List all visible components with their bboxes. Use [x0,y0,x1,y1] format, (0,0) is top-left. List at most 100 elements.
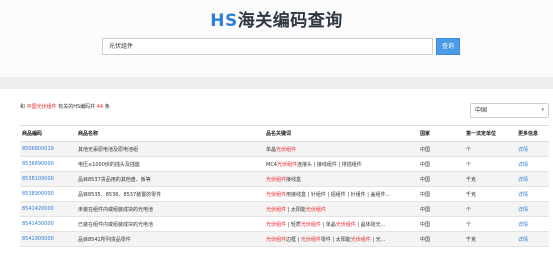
keyword-text: | 晶体硅光... [355,221,386,228]
summary-keyword: 中国光伏组件 [26,104,57,110]
unit-cell: 千克 [464,171,516,187]
hs-code-cell: 8541430000 [20,216,76,232]
hs-code-link[interactable]: 8541430000 [22,221,54,227]
page-title: HS海关编码查询 [0,6,553,31]
country-cell: 中国 [418,186,464,202]
product-name-cell: 已装在组件内或组装成块的光电池 [76,216,264,232]
table-header-row: 商品编码 商品名称 品名关键词 国家 第一法定单位 更多信息 [20,125,549,142]
hs-code-link[interactable]: 8536690000 [22,161,54,167]
keyword-highlight: 光伏组件 [266,236,287,243]
title-text: 海关编码查询 [237,11,343,31]
table-row: 8536690000 电压≤1000伏的插头及插座 MC4光伏组件连接头 | 接线组… [20,156,549,172]
country-cell: 中国 [418,141,464,157]
title-prefix: HS [210,11,238,31]
summary-middle: 有关的HS编码共 [58,104,96,110]
detail-link[interactable]: 详情 [518,237,528,243]
detail-cell: 详情 [516,216,549,232]
detail-link[interactable]: 详情 [518,222,528,228]
keyword-highlight: 光伏组件 [300,236,321,243]
hs-code-cell: 8538900000 [20,186,76,202]
country-cell: 中国 [418,171,464,187]
unit-cell: 个 [464,201,516,217]
keyword-text: | 太阳能 [286,206,306,213]
detail-link[interactable]: 详情 [518,177,528,183]
unit-cell: 个 [464,156,516,172]
detail-cell: 详情 [516,201,549,217]
hs-code-link[interactable]: 8506800019 [22,146,54,152]
table-row: 8506800019 其他无汞原电池及原电池组 单晶光伏组件 中国个详情 [20,141,549,157]
keyword-text: 接线盒 [286,176,302,183]
keywords-cell: 光伏组件接线盒 [264,171,418,187]
hs-code-cell: 8541420000 [20,201,76,217]
header-more: 更多信息 [516,125,549,142]
summary-prefix: 和 [20,104,26,110]
product-name-cell: 电压≤1000伏的插头及插座 [76,156,264,172]
unit-cell: 千克 [464,231,516,247]
keyword-highlight: 光伏组件 [266,191,287,198]
product-name-cell: 品目8535、8536、8537装置的零件 [76,186,264,202]
detail-link[interactable]: 详情 [518,192,528,198]
product-name-cell: 品目8541所列货品零件 [76,231,264,247]
country-select-value: 中国 [475,107,488,114]
product-name-cell: 未装在组件内或组装成块的光电池 [76,201,264,217]
hs-code-cell: 8538109000 [20,171,76,187]
product-name-cell: 品目8537货品用的其他盘、板等 [76,171,264,187]
table-body: 8506800019 其他无汞原电池及原电池组 单晶光伏组件 中国个详情 8536690… [20,141,549,247]
keyword-highlight: 光伏组件 [276,146,297,153]
keywords-cell: 单晶光伏组件 [264,141,418,157]
keywords-cell: 光伏组件 | 轻质光伏组件 | 单晶光伏组件 | 晶体硅光... [264,216,418,232]
keyword-text: | 光... [370,236,386,243]
detail-cell: 详情 [516,231,549,247]
country-cell: 中国 [418,156,464,172]
header-code: 商品编码 [20,125,76,142]
keyword-highlight: 光伏组件 [266,176,287,183]
keywords-cell: 光伏组件 | 太阳能光伏组件 [264,201,418,217]
section-divider [0,77,553,89]
results-table: 商品编码 商品名称 品名关键词 国家 第一法定单位 更多信息 850680001… [20,125,549,247]
keywords-cell: MC4光伏组件连接头 | 接线组件 | 排插组件 [264,156,418,172]
keyword-text: | 单晶 [320,221,336,228]
country-select[interactable]: 中国 ▾ [470,103,549,118]
header-keywords: 品名关键词 [264,125,418,142]
keyword-text: 单晶 [266,146,277,153]
keyword-text: 连接头 | 接线组件 | 排插组件 [297,161,362,168]
hs-code-link[interactable]: 8541420000 [22,206,54,212]
detail-cell: 详情 [516,141,549,157]
search-input[interactable]: 光伏组件 [102,38,433,55]
keywords-cell: 光伏组件边框 | 光伏组件零件 | 太阳能光伏组件 | 光... [264,231,418,247]
table-row: 8541430000 已装在组件内或组装成块的光电池 光伏组件 | 轻质光伏组件 |… [20,216,549,232]
table-row: 8541420000 未装在组件内或组装成块的光电池 光伏组件 | 太阳能光伏组件中… [20,201,549,217]
header-unit: 第一法定单位 [464,125,516,142]
unit-cell: 个 [464,216,516,232]
keyword-highlight: 光伏组件 [335,221,356,228]
keyword-text: 边框 | [286,236,301,243]
result-summary: 和 中国光伏组件 有关的HS编码共 44 条 [20,103,110,110]
keyword-text: | 轻质 [286,221,301,228]
keywords-cell: 光伏组件用接线盒 | 针组件 | 铝组件 | 针组件 | 盖组件... [264,186,418,202]
detail-cell: 详情 [516,186,549,202]
header-country: 国家 [418,125,464,142]
summary-count: 44 [96,104,104,110]
country-cell: 中国 [418,231,464,247]
unit-cell: 千克 [464,186,516,202]
hs-code-link[interactable]: 8538900000 [22,191,54,197]
table-row: 8538109000 品目8537货品用的其他盘、板等 光伏组件接线盒 中国 千克 详情 [20,171,549,187]
keyword-text: MC4 [266,161,277,168]
detail-cell: 详情 [516,156,549,172]
product-name-cell: 其他无汞原电池及原电池组 [76,141,264,157]
search-button[interactable]: 查询 [436,38,460,55]
keyword-highlight: 光伏组件 [277,161,298,168]
keyword-highlight: 光伏组件 [350,236,371,243]
detail-link[interactable]: 详情 [518,147,528,153]
keyword-highlight: 光伏组件 [305,206,326,213]
country-cell: 中国 [418,216,464,232]
hs-code-cell: 8541900000 [20,231,76,247]
keyword-highlight: 光伏组件 [266,206,287,213]
unit-cell: 个 [464,141,516,157]
detail-link[interactable]: 详情 [518,207,528,213]
detail-cell: 详情 [516,171,549,187]
detail-link[interactable]: 详情 [518,162,528,168]
hs-code-link[interactable]: 8538109000 [22,176,54,182]
keyword-highlight: 光伏组件 [266,221,287,228]
hs-code-link[interactable]: 8541900000 [22,236,54,242]
